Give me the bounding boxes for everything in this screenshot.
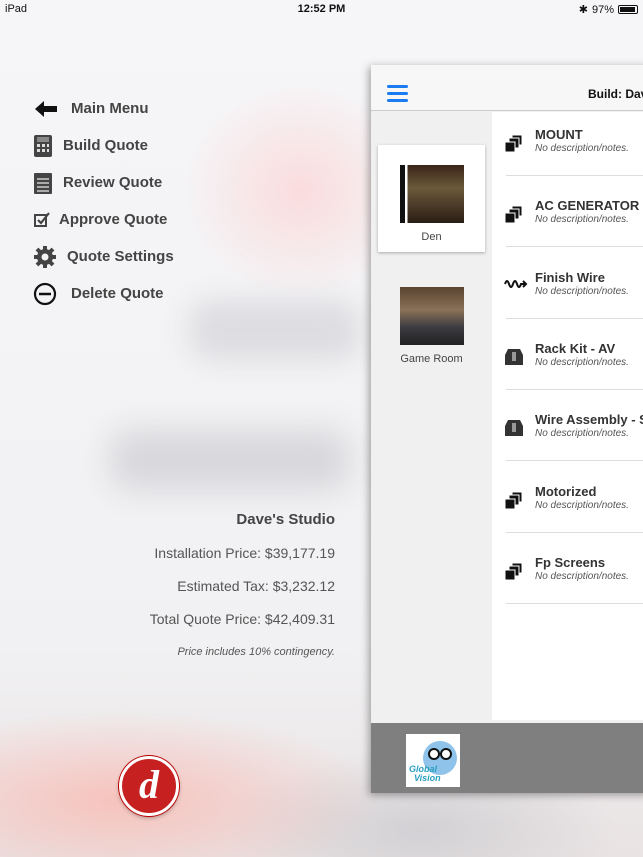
menu-label: Build Quote: [63, 137, 148, 154]
menu-item-quote-settings[interactable]: Quote Settings: [33, 238, 174, 275]
panel-title: Build: Dav: [588, 87, 643, 101]
battery-percent: 97%: [591, 3, 614, 16]
battery-icon: [618, 5, 638, 14]
item-name: MOUNT: [535, 127, 583, 142]
item-description: No description/notes.: [535, 356, 629, 368]
brand-logo: d: [119, 756, 179, 816]
panel-footer: Global Vision: [371, 723, 643, 793]
list-item[interactable]: Fp Screens No description/notes.: [492, 532, 643, 603]
item-name: Wire Assembly - S: [535, 412, 643, 428]
list-item[interactable]: MOUNT No description/notes.: [492, 104, 643, 175]
bluetooth-icon: ✱: [578, 4, 588, 16]
room-game-room[interactable]: Game Room: [378, 267, 485, 374]
list-item[interactable]: Rack Kit - AV No description/notes.: [492, 318, 643, 389]
list-item[interactable]: Motorized No description/notes.: [492, 461, 643, 532]
room-den[interactable]: Den: [378, 145, 485, 252]
clock: 12:52 PM: [297, 3, 346, 15]
item-name: Motorized: [535, 483, 597, 499]
gear-icon: [34, 245, 56, 268]
room-photo: [399, 165, 464, 223]
room-label: Den: [421, 231, 442, 243]
total-price: Total Quote Price: $42,409.31: [149, 611, 335, 627]
minus-circle-icon: [33, 282, 57, 305]
build-panel: Build: Dav Den Game Room MOUNT No descrip…: [371, 65, 643, 793]
item-description: No description/notes.: [535, 143, 629, 154]
menu-item-delete-quote[interactable]: Delete Quote: [33, 275, 174, 312]
estimated-tax: Estimated Tax: $3,232.12: [177, 578, 335, 594]
quote-summary: Dave's Studio Installation Price: $39,17…: [150, 510, 335, 675]
calculator-icon: [34, 134, 52, 157]
checkbox-icon: [34, 211, 50, 227]
arrow-left-icon: [35, 100, 57, 117]
item-description: No description/notes.: [535, 285, 629, 297]
item-name: Finish Wire: [535, 269, 605, 285]
menu-label: Main Menu: [71, 100, 149, 117]
item-description: No description/notes.: [535, 428, 629, 440]
item-description: No description/notes.: [535, 499, 629, 511]
menu-item-approve-quote[interactable]: Approve Quote: [33, 201, 174, 238]
menu-label: Quote Settings: [67, 248, 174, 265]
menu-item-build-quote[interactable]: Build Quote: [33, 127, 174, 164]
installation-price: Installation Price: $39,177.19: [154, 545, 335, 561]
item-description: No description/notes.: [535, 214, 629, 226]
item-name: Fp Screens: [535, 554, 606, 570]
divider: [506, 602, 643, 604]
quote-name: Dave's Studio: [236, 511, 335, 528]
list-item[interactable]: Finish Wire No description/notes.: [492, 247, 643, 318]
room-photo: [399, 287, 464, 345]
background-blur: [110, 430, 350, 490]
menu-label: Approve Quote: [59, 211, 168, 228]
item-name: Rack Kit - AV: [535, 340, 616, 356]
menu-item-main-menu[interactable]: Main Menu: [33, 90, 174, 127]
item-name: AC GENERATOR: [535, 198, 640, 214]
hamburger-menu-icon[interactable]: [387, 85, 408, 106]
status-bar: iPad 12:52 PM ✱ 97%: [0, 0, 643, 18]
global-vision-logo: Global Vision: [406, 734, 460, 787]
notepad-icon: [34, 172, 52, 194]
side-menu: Main Menu Build Quote Review Quote Appro…: [33, 90, 174, 312]
item-list: MOUNT No description/notes. AC GENERATOR No…: [492, 112, 643, 720]
svg-text:Vision: Vision: [414, 773, 441, 783]
room-label: Game Room: [400, 353, 463, 365]
list-item[interactable]: Wire Assembly - S No description/notes.: [492, 389, 643, 460]
item-description: No description/notes.: [535, 570, 629, 582]
contingency-note: Price includes 10% contingency.: [177, 646, 335, 658]
menu-label: Review Quote: [63, 174, 163, 191]
menu-item-review-quote[interactable]: Review Quote: [33, 164, 174, 201]
menu-label: Delete Quote: [71, 285, 164, 302]
background-blur: [190, 300, 360, 360]
list-item[interactable]: AC GENERATOR No description/notes.: [492, 175, 643, 246]
